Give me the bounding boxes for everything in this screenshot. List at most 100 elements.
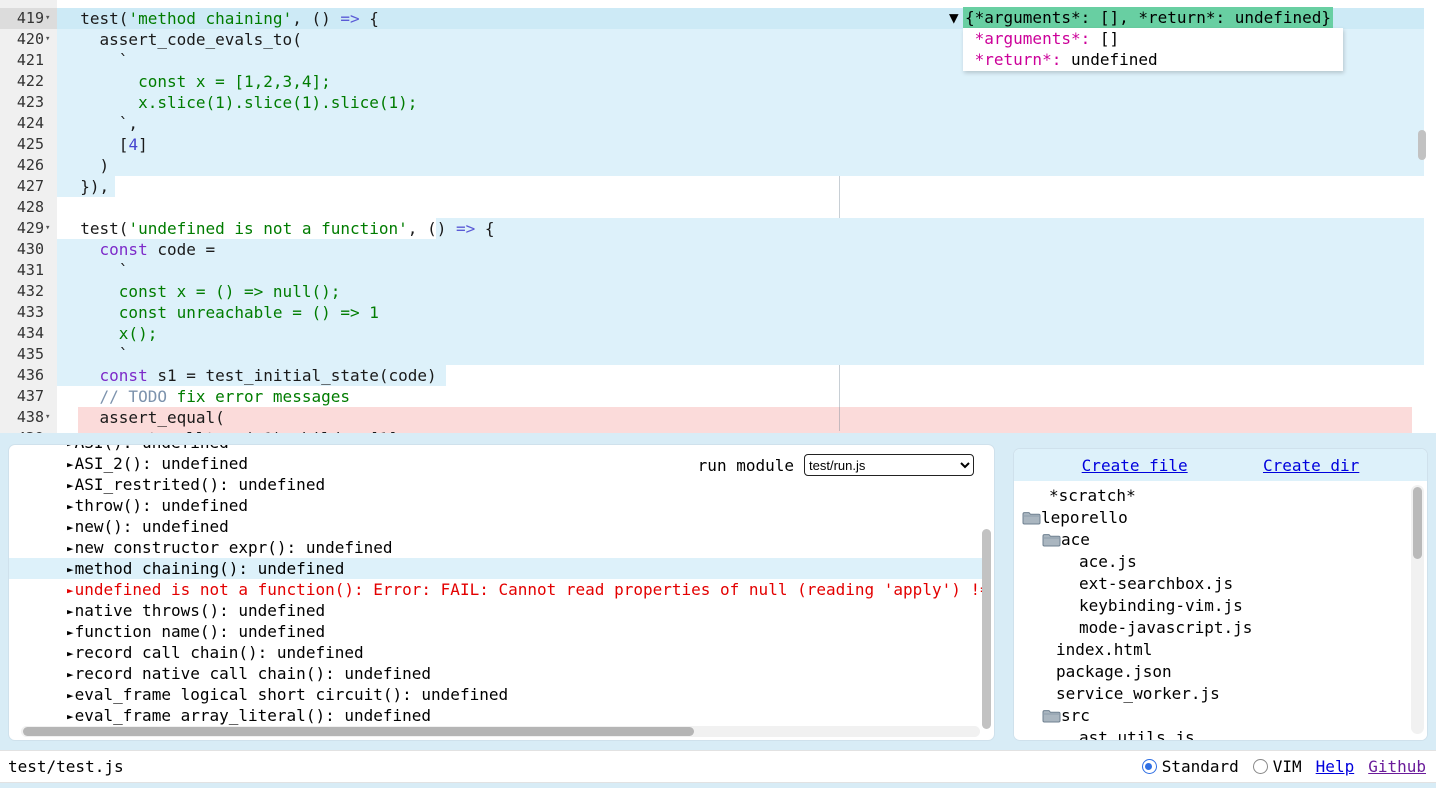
- file-tree-scrollbar-thumb[interactable]: [1413, 487, 1422, 559]
- expand-arrow-icon[interactable]: ►: [67, 584, 74, 597]
- tooltip-expand-icon[interactable]: ▼: [949, 7, 959, 28]
- test-result-row[interactable]: ►function name(): undefined: [9, 621, 982, 642]
- file-tree-folder[interactable]: leporello: [1014, 507, 1409, 529]
- file-panel: Create file Create dir *scratch*leporell…: [1013, 448, 1428, 741]
- fold-icon[interactable]: ▾: [45, 29, 57, 50]
- code-line[interactable]: const x = [1,2,3,4];: [0, 71, 1436, 92]
- test-result-row[interactable]: ►native throws(): undefined: [9, 600, 982, 621]
- code-line[interactable]: `,: [0, 113, 1436, 134]
- editor-scrollbar-thumb[interactable]: [1418, 130, 1426, 160]
- file-tree-file[interactable]: service_worker.js: [1014, 683, 1409, 705]
- radio-label: Standard: [1162, 757, 1239, 776]
- gutter-line-number: 421: [0, 50, 57, 71]
- code-line[interactable]: assert_equal(: [0, 407, 1436, 428]
- test-result-row[interactable]: ►ASI(): undefined: [9, 444, 982, 453]
- code-line[interactable]: [0, 197, 1436, 218]
- test-result-label: method chaining(): undefined: [75, 559, 345, 578]
- test-result-row[interactable]: ►method chaining(): undefined: [9, 558, 982, 579]
- run-module-select[interactable]: test/run.js: [804, 454, 974, 476]
- eval-tooltip[interactable]: ▼ {*arguments*: [], *return*: undefined}…: [949, 7, 988, 112]
- expand-arrow-icon[interactable]: ►: [67, 605, 74, 618]
- keybinding-radio-vim[interactable]: VIM: [1253, 757, 1302, 776]
- expand-arrow-icon[interactable]: ►: [67, 521, 74, 534]
- file-tree-file[interactable]: index.html: [1014, 639, 1409, 661]
- expand-arrow-icon[interactable]: ►: [67, 542, 74, 555]
- test-result-row[interactable]: ►new(): undefined: [9, 516, 982, 537]
- expand-arrow-icon[interactable]: ►: [67, 689, 74, 702]
- code-line[interactable]: test('undefined is not a function', () =…: [0, 218, 1436, 239]
- code-line[interactable]: const s1 = test_initial_state(code): [0, 365, 1436, 386]
- file-tree-folder[interactable]: src: [1014, 705, 1409, 727]
- expand-arrow-icon[interactable]: ►: [67, 626, 74, 639]
- fold-icon[interactable]: ▾: [45, 8, 57, 29]
- file-tree-file[interactable]: ast_utils.js: [1014, 727, 1409, 741]
- test-result-row[interactable]: ►eval_frame array_literal(): undefined: [9, 705, 982, 726]
- file-tree-file[interactable]: package.json: [1014, 661, 1409, 683]
- expand-arrow-icon[interactable]: ►: [67, 458, 74, 471]
- expand-arrow-icon[interactable]: ►: [67, 668, 74, 681]
- code-line[interactable]: const unreachable = () => 1: [0, 302, 1436, 323]
- code-line[interactable]: x.slice(1).slice(1).slice(1);: [0, 92, 1436, 113]
- file-tree-folder[interactable]: ace: [1014, 529, 1409, 551]
- expand-arrow-icon[interactable]: ►: [67, 647, 74, 660]
- file-tree-file[interactable]: *scratch*: [1014, 485, 1409, 507]
- gutter-line-number: 439: [0, 428, 57, 433]
- code-line[interactable]: `: [0, 344, 1436, 365]
- output-horizontal-scrollbar-thumb[interactable]: [23, 727, 694, 736]
- fold-icon[interactable]: ▾: [45, 407, 57, 428]
- expand-arrow-icon[interactable]: ►: [67, 710, 74, 723]
- gutter-line-number: 420▾: [0, 29, 57, 50]
- code-line[interactable]: root_calltree(s1).children[1]: [0, 428, 1436, 433]
- tooltip-header[interactable]: {*arguments*: [], *return*: undefined}: [963, 7, 1333, 28]
- keybinding-radio-standard[interactable]: Standard: [1142, 757, 1239, 776]
- test-result-row[interactable]: ►undefined is not a function(): Error: F…: [9, 579, 982, 600]
- test-result-row[interactable]: ►ASI_restrited(): undefined: [9, 474, 982, 495]
- file-tree-file[interactable]: ext-searchbox.js: [1014, 573, 1409, 595]
- code-line[interactable]: }),: [0, 176, 1436, 197]
- create-dir-link[interactable]: Create dir: [1263, 456, 1359, 475]
- code-line[interactable]: x();: [0, 323, 1436, 344]
- test-result-row[interactable]: ►new constructor expr(): undefined: [9, 537, 982, 558]
- eval-highlight: [57, 155, 1424, 176]
- file-tree-file[interactable]: ace.js: [1014, 551, 1409, 573]
- file-name: ace.js: [1079, 552, 1137, 571]
- code-line[interactable]: [4]: [0, 134, 1436, 155]
- expand-arrow-icon[interactable]: ►: [67, 563, 74, 576]
- expand-arrow-icon[interactable]: ►: [67, 444, 74, 450]
- code-line[interactable]: const code =: [0, 239, 1436, 260]
- file-tree-scrollbar[interactable]: [1411, 485, 1424, 734]
- tooltip-entry[interactable]: *arguments*: []: [965, 28, 1343, 49]
- expand-arrow-icon[interactable]: ►: [67, 500, 74, 513]
- gutter-line-number: 428: [0, 197, 57, 218]
- output-horizontal-scrollbar[interactable]: [21, 726, 980, 737]
- code-text: // TODO fix error messages: [61, 386, 350, 407]
- radio-icon[interactable]: [1142, 759, 1157, 774]
- tooltip-value: undefined: [1061, 50, 1157, 69]
- radio-icon[interactable]: [1253, 759, 1268, 774]
- fold-icon[interactable]: ▾: [45, 218, 57, 239]
- file-tree-file[interactable]: mode-javascript.js: [1014, 617, 1409, 639]
- create-file-link[interactable]: Create file: [1082, 456, 1188, 475]
- code-line[interactable]: `: [0, 260, 1436, 281]
- folder-icon: [1042, 530, 1061, 549]
- file-tree-file[interactable]: keybinding-vim.js: [1014, 595, 1409, 617]
- code-text: const unreachable = () => 1: [61, 302, 379, 323]
- eval-highlight: [436, 218, 1424, 239]
- code-line[interactable]: // TODO fix error messages: [0, 386, 1436, 407]
- code-line[interactable]: const x = () => null();: [0, 281, 1436, 302]
- output-vertical-scrollbar-thumb[interactable]: [982, 529, 991, 729]
- code-line[interactable]: ): [0, 155, 1436, 176]
- test-result-row[interactable]: ►record call chain(): undefined: [9, 642, 982, 663]
- tooltip-entry[interactable]: *return*: undefined: [965, 49, 1343, 70]
- eval-highlight: [57, 344, 1424, 365]
- expand-arrow-icon[interactable]: ►: [67, 479, 74, 492]
- github-link[interactable]: Github: [1368, 757, 1426, 776]
- code-text: test('method chaining', () => {: [61, 8, 379, 29]
- code-text: assert_code_evals_to(: [61, 29, 302, 50]
- code-editor[interactable]: test('method chaining', () => { assert_c…: [0, 0, 1436, 433]
- test-result-row[interactable]: ►throw(): undefined: [9, 495, 982, 516]
- help-link[interactable]: Help: [1316, 757, 1355, 776]
- test-result-row[interactable]: ►eval_frame logical short circuit(): und…: [9, 684, 982, 705]
- test-result-row[interactable]: ►record native call chain(): undefined: [9, 663, 982, 684]
- file-name: ext-searchbox.js: [1079, 574, 1233, 593]
